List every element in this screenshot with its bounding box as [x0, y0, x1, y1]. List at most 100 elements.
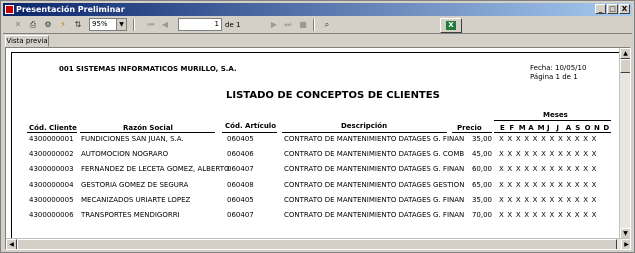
cell-month-marks: X X X X X X X X X X X X [499, 135, 597, 143]
header-underline [27, 132, 77, 133]
col-precio: Precio [457, 124, 482, 132]
toolbar-separator [133, 19, 135, 31]
tab-vista-previa[interactable]: Vista previa [5, 35, 49, 47]
month-letter: S [575, 124, 581, 132]
months-header: Meses [543, 111, 568, 119]
horizontal-scroll-thumb[interactable] [17, 239, 617, 249]
cell-cod-cliente: 4300000002 [29, 150, 74, 159]
horizontal-scrollbar[interactable]: ◀ ▶ [6, 238, 630, 249]
month-letter: J [556, 124, 559, 132]
cell-cod-articulo: 060407 [227, 165, 254, 174]
cell-cod-articulo: 060405 [227, 195, 254, 204]
scroll-right-icon[interactable]: ▶ [621, 239, 630, 249]
sort-icon[interactable]: ⇅ [72, 19, 84, 31]
cell-descripcion: CONTRATO DE MANTENIMIENTO DATAGES GESTIO… [284, 180, 465, 189]
vertical-scrollbar[interactable]: ▲ ▼ [619, 48, 630, 239]
last-page-icon[interactable]: ⏭ [283, 19, 293, 31]
month-letter: M [518, 124, 526, 132]
cell-precio: 70,00 [471, 211, 492, 219]
cell-descripcion: CONTRATO DE MANTENIMIENTO DATAGES G. FIN… [284, 165, 465, 174]
report-title: LISTADO DE CONCEPTOS DE CLIENTES [226, 90, 440, 101]
zoom-select[interactable]: 95% ▼ [89, 18, 127, 31]
page-count-label: de 1 [225, 21, 241, 29]
cell-cod-articulo: 060407 [227, 211, 254, 219]
cell-precio: 35,00 [471, 135, 492, 143]
cell-month-marks: X X X X X X X X X X X X [499, 165, 597, 174]
date-label: Fecha: [530, 64, 553, 72]
cell-razon-social: FERNANDEZ DE LECETA GOMEZ, ALBERTO [81, 165, 230, 174]
scroll-left-icon[interactable]: ◀ [6, 239, 17, 249]
lightning-icon[interactable]: ⚡ [57, 19, 69, 31]
col-razon-social: Razón Social [123, 124, 173, 132]
report-page: 001 SISTEMAS INFORMATICOS MURILLO, S.A. … [11, 52, 619, 238]
maximize-button[interactable]: □ [607, 4, 618, 14]
col-descripcion: Descripción [341, 122, 388, 130]
cell-precio: 45,00 [471, 150, 492, 159]
col-cod-articulo: Cód. Artículo [225, 122, 277, 130]
cell-precio: 60,00 [471, 165, 492, 174]
cell-descripcion: CONTRATO DE MANTENIMIENTO DATAGES G. COM… [284, 150, 465, 159]
cell-cod-articulo: 060405 [227, 135, 254, 143]
next-page-icon[interactable]: ▶ [269, 19, 279, 31]
page-number-input[interactable]: 1 [178, 18, 222, 31]
cell-descripcion: CONTRATO DE MANTENIMIENTO DATAGES G. FIN… [284, 211, 465, 219]
month-letter: A [565, 124, 572, 132]
col-cod-cliente: Cód. Cliente [29, 124, 77, 132]
print-icon[interactable]: ⎙ [27, 19, 39, 31]
excel-icon: X [446, 21, 456, 30]
month-letter: M [537, 124, 545, 132]
month-letter: J [547, 124, 550, 132]
cell-cod-cliente: 4300000001 [29, 135, 74, 143]
cell-razon-social: FUNDICIONES SAN JUAN, S.A. [81, 135, 184, 143]
month-letter: D [603, 124, 610, 132]
minimize-button[interactable]: _ [595, 4, 606, 14]
header-underline [452, 132, 492, 133]
company-name: 001 SISTEMAS INFORMATICOS MURILLO, S.A. [59, 65, 237, 73]
cell-cod-articulo: 060406 [227, 150, 254, 159]
print-setup-icon[interactable]: ⚙ [42, 19, 54, 31]
close-button[interactable]: X [619, 4, 630, 14]
month-letter: O [584, 124, 591, 132]
month-letter: A [528, 124, 534, 132]
cell-razon-social: AUTOMOCION NOGRARO [81, 150, 169, 159]
page-info: Página 1 de 1 [530, 73, 578, 81]
month-letter: E [500, 124, 505, 132]
cell-razon-social: TRANSPORTES MENDIGORRI [81, 211, 180, 219]
cell-cod-articulo: 060408 [227, 180, 254, 189]
window-title: Presentación Preliminar [16, 5, 125, 14]
cell-precio: 65,00 [471, 180, 492, 189]
close-icon[interactable]: ✕ [13, 19, 23, 31]
header-underline [494, 132, 611, 133]
month-letter: N [594, 124, 600, 132]
cell-cod-cliente: 4300000006 [29, 211, 74, 219]
stop-icon[interactable]: ■ [298, 19, 308, 31]
header-underline [282, 132, 447, 133]
first-page-icon[interactable]: ⏮ [146, 19, 156, 31]
cell-cod-cliente: 4300000005 [29, 195, 74, 204]
vertical-scroll-thumb[interactable] [620, 59, 630, 73]
cell-razon-social: MECANIZADOS URIARTE LOPEZ [81, 195, 191, 204]
chevron-down-icon[interactable]: ▼ [116, 19, 126, 30]
toolbar: ✕ ⎙ ⚙ ⚡ ⇅ 95% ▼ ⏮ ◀ 1 de 1 ▶ ⏭ ■ ⌕ X [3, 17, 632, 34]
header-underline [222, 132, 277, 133]
cell-cod-cliente: 4300000004 [29, 180, 74, 189]
preview-pane: 001 SISTEMAS INFORMATICOS MURILLO, S.A. … [5, 47, 631, 250]
months-underline [494, 120, 611, 121]
date-value: 10/05/10 [555, 64, 587, 72]
title-bar[interactable]: Presentación Preliminar _ □ X [3, 3, 632, 16]
cell-descripcion: CONTRATO DE MANTENIMIENTO DATAGES G. FIN… [284, 195, 465, 204]
cell-month-marks: X X X X X X X X X X X X [499, 150, 597, 159]
cell-descripcion: CONTRATO DE MANTENIMIENTO DATAGES G. FIN… [284, 135, 465, 143]
export-excel-button[interactable]: X [440, 18, 462, 33]
preview-window: Presentación Preliminar _ □ X ✕ ⎙ ⚙ ⚡ ⇅ … [0, 0, 635, 253]
cell-month-marks: X X X X X X X X X X X X [499, 211, 597, 219]
scroll-up-icon[interactable]: ▲ [620, 48, 630, 59]
cell-month-marks: X X X X X X X X X X X X [499, 180, 597, 189]
month-letter: F [509, 124, 515, 132]
zoom-value: 95% [92, 20, 108, 28]
cell-precio: 35,00 [471, 195, 492, 204]
toolbar-separator [313, 19, 315, 31]
cell-cod-cliente: 4300000003 [29, 165, 74, 174]
binoculars-icon[interactable]: ⌕ [321, 19, 333, 31]
previous-page-icon[interactable]: ◀ [160, 19, 170, 31]
